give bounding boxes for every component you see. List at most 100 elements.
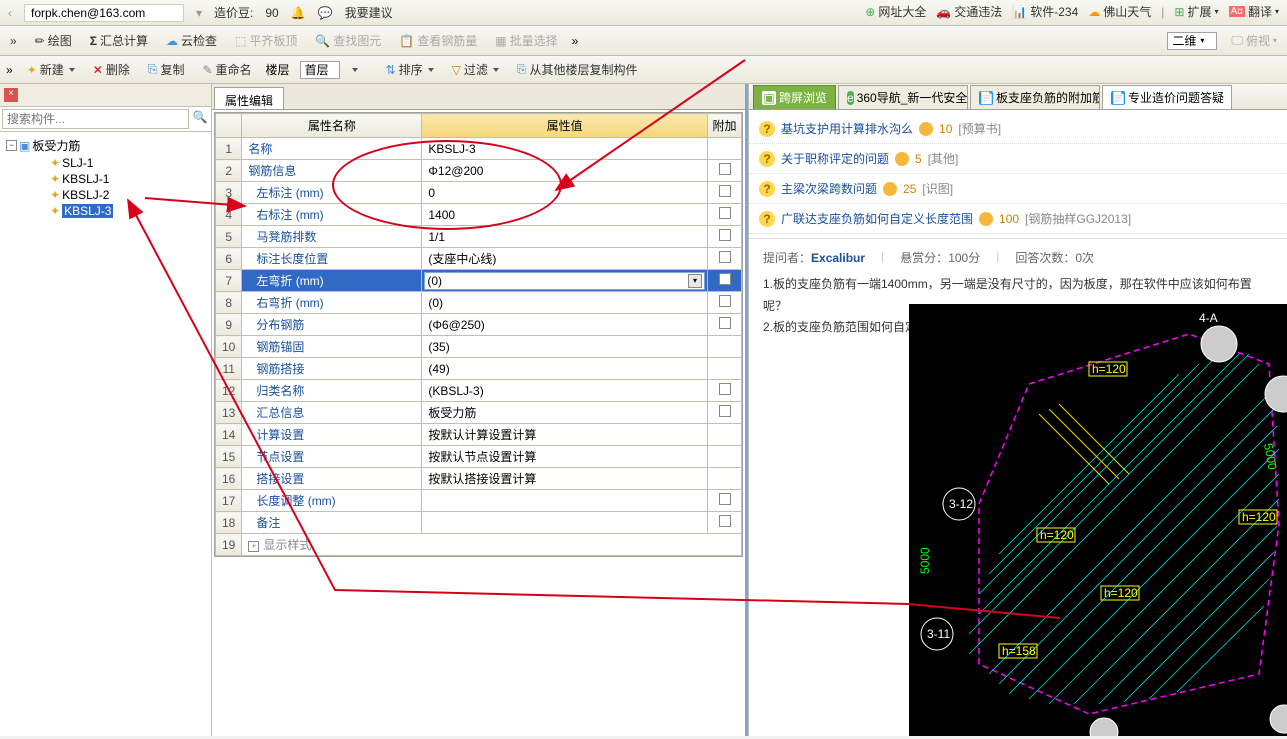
chevron-right-icon[interactable]: » — [6, 63, 13, 77]
ext-link[interactable]: ⊞扩展▾ — [1174, 3, 1218, 20]
prop-attach[interactable] — [708, 402, 742, 424]
checkbox[interactable] — [719, 317, 731, 329]
prop-row[interactable]: 17长度调整 (mm) — [216, 490, 742, 512]
prop-row[interactable]: 5马凳筋排数1/1 — [216, 226, 742, 248]
close-icon[interactable]: × — [4, 88, 18, 102]
tab-qa[interactable]: 📄专业造价问题答疑 — [1102, 85, 1232, 109]
draw-button[interactable]: ✏ 绘图 — [31, 30, 76, 51]
copyfrom-button[interactable]: ⎘ 从其他楼层复制构件 — [513, 59, 642, 80]
checkbox[interactable] — [719, 163, 731, 175]
checkbox[interactable] — [719, 229, 731, 241]
cloudcheck-button[interactable]: ☁ 云检查 — [162, 30, 221, 51]
dropdown-icon[interactable]: ▾ — [196, 6, 202, 20]
prop-attach[interactable] — [708, 424, 742, 446]
prop-attach[interactable] — [708, 292, 742, 314]
chevron-right-icon[interactable]: » — [6, 32, 21, 50]
prop-row[interactable]: 9分布钢筋(Φ6@250) — [216, 314, 742, 336]
chat-icon[interactable]: 💬 — [318, 6, 333, 20]
checkbox[interactable] — [719, 493, 731, 505]
view-mode-button[interactable]: 🖵 俯视 ▾ — [1227, 30, 1281, 51]
prop-value[interactable]: 按默认计算设置计算 — [422, 424, 708, 446]
prop-attach[interactable] — [708, 468, 742, 490]
prop-row[interactable]: 2钢筋信息Φ12@200 — [216, 160, 742, 182]
prop-value[interactable]: (KBSLJ-3) — [422, 380, 708, 402]
new-button[interactable]: ✦新建 — [23, 59, 79, 80]
view-2d-combo[interactable]: 二维 ▾ — [1167, 32, 1217, 50]
soft-link[interactable]: 📊软件-234 — [1012, 3, 1078, 20]
prop-row[interactable]: 10钢筋锚固(35) — [216, 336, 742, 358]
search-icon[interactable]: 🔍 — [191, 110, 209, 128]
prop-value[interactable]: (支座中心线) — [422, 248, 708, 270]
tree-root[interactable]: − ▣ 板受力筋 — [2, 136, 209, 155]
sumcalc-button[interactable]: Σ 汇总计算 — [86, 30, 152, 51]
prop-row[interactable]: 4右标注 (mm)1400 — [216, 204, 742, 226]
feedback-link[interactable]: 我要建议 — [345, 4, 393, 21]
prop-row[interactable]: 14计算设置按默认计算设置计算 — [216, 424, 742, 446]
prop-attach[interactable] — [708, 270, 742, 292]
prop-row[interactable]: 1名称KBSLJ-3 — [216, 138, 742, 160]
checkbox[interactable] — [719, 405, 731, 417]
tab-board[interactable]: 📄板支座负筋的附加筋-厂 — [970, 85, 1100, 109]
checkbox[interactable] — [719, 383, 731, 395]
prop-value[interactable]: (0) — [422, 292, 708, 314]
flattop-button[interactable]: ⬚ 平齐板顶 — [231, 30, 301, 51]
prop-row[interactable]: 11钢筋搭接(49) — [216, 358, 742, 380]
viewrebar-button[interactable]: 📋 查看钢筋量 — [395, 30, 481, 51]
prop-value[interactable] — [422, 512, 708, 534]
prop-row[interactable]: 18备注 — [216, 512, 742, 534]
prop-tab-edit[interactable]: 属性编辑 — [214, 87, 284, 109]
prop-value[interactable]: (35) — [422, 336, 708, 358]
tree-item-2[interactable]: ✦KBSLJ-2 — [2, 187, 209, 203]
dropdown-icon[interactable] — [352, 68, 358, 72]
tab-360[interactable]: e360导航_新一代安全上... — [838, 85, 968, 109]
qa-item[interactable]: ?主梁次梁跨数问题25[识图] — [749, 174, 1287, 204]
prop-value[interactable] — [422, 490, 708, 512]
prop-attach[interactable] — [708, 314, 742, 336]
qa-item[interactable]: ?关于职称评定的问题5[其他] — [749, 144, 1287, 174]
prop-value[interactable]: 1400 — [422, 204, 708, 226]
checkbox[interactable] — [719, 515, 731, 527]
checkbox[interactable] — [719, 295, 731, 307]
tree-item-1[interactable]: ✦KBSLJ-1 — [2, 171, 209, 187]
prop-value[interactable]: 板受力筋 — [422, 402, 708, 424]
delete-button[interactable]: ✕ 删除 — [89, 59, 134, 80]
prop-row[interactable]: 12归类名称(KBSLJ-3) — [216, 380, 742, 402]
prop-attach[interactable] — [708, 446, 742, 468]
tree-item-0[interactable]: ✦SLJ-1 — [2, 155, 209, 171]
traffic-link[interactable]: 🚗交通违法 — [936, 3, 1002, 20]
prop-row[interactable]: 15节点设置按默认节点设置计算 — [216, 446, 742, 468]
prop-row[interactable]: 16搭接设置按默认搭接设置计算 — [216, 468, 742, 490]
prop-attach[interactable] — [708, 490, 742, 512]
filter-button[interactable]: ▽ 过滤 — [448, 59, 503, 80]
prop-attach[interactable] — [708, 138, 742, 160]
prop-attach[interactable] — [708, 160, 742, 182]
qa-item[interactable]: ?基坑支护用计算排水沟么10[预算书] — [749, 114, 1287, 144]
batchsel-button[interactable]: ▦ 批量选择 — [491, 30, 561, 51]
prop-attach[interactable] — [708, 336, 742, 358]
collapse-icon[interactable]: − — [6, 140, 17, 151]
prop-attach[interactable] — [708, 380, 742, 402]
more-chevron-icon[interactable]: » — [572, 34, 579, 48]
weather-link[interactable]: ☁佛山天气 — [1088, 3, 1151, 20]
asker-name[interactable]: Excalibur — [811, 251, 865, 265]
tree-item-3[interactable]: ✦KBSLJ-3 — [2, 203, 209, 219]
prop-value[interactable]: (0)▾ — [422, 270, 708, 292]
checkbox[interactable] — [719, 273, 731, 285]
prop-row[interactable]: 19+显示样式 — [216, 534, 742, 556]
prop-attach[interactable] — [708, 512, 742, 534]
rename-button[interactable]: ✎ 重命名 — [198, 59, 255, 80]
prop-row[interactable]: 13汇总信息板受力筋 — [216, 402, 742, 424]
prop-attach[interactable] — [708, 182, 742, 204]
prop-value[interactable]: 按默认搭接设置计算 — [422, 468, 708, 490]
expand-icon[interactable]: + — [248, 541, 259, 552]
prop-row[interactable]: 3左标注 (mm)0 — [216, 182, 742, 204]
floor-combo[interactable]: 首层 — [300, 61, 340, 79]
qa-item[interactable]: ?广联达支座负筋如何自定义长度范围100[钢筋抽样GGJ2013] — [749, 204, 1287, 234]
checkbox[interactable] — [719, 207, 731, 219]
prop-row[interactable]: 6标注长度位置(支座中心线) — [216, 248, 742, 270]
dropdown-icon[interactable]: ▾ — [688, 274, 702, 288]
sites-link[interactable]: ⊕网址大全 — [865, 3, 926, 20]
tab-crossscreen[interactable]: ▣跨屏浏览 — [753, 85, 836, 109]
prop-attach[interactable] — [708, 248, 742, 270]
prop-value[interactable]: 按默认节点设置计算 — [422, 446, 708, 468]
